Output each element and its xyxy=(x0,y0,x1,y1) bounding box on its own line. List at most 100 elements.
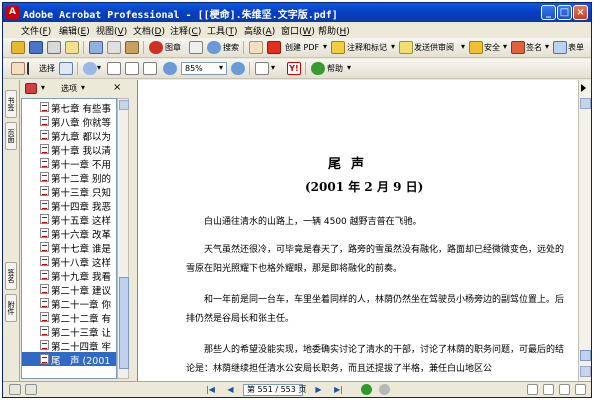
zoom-out-icon[interactable] xyxy=(163,62,177,75)
bookmark-scroll-thumb[interactable] xyxy=(119,277,129,369)
zoom-plus-icon[interactable] xyxy=(231,62,245,75)
previous-page-button[interactable]: ◀ xyxy=(225,385,236,395)
menu-document[interactable]: 文档(D) xyxy=(133,24,165,37)
help-icon[interactable] xyxy=(311,62,325,75)
lock-icon[interactable] xyxy=(469,41,483,54)
document-scrollbar[interactable] xyxy=(578,80,591,381)
comment-chevron[interactable]: ▾ xyxy=(391,42,395,51)
review-icon[interactable] xyxy=(399,41,413,54)
save-icon[interactable] xyxy=(29,41,43,54)
menu-edit[interactable]: 编辑(E) xyxy=(59,24,90,37)
stamp-label[interactable]: 图章 xyxy=(165,42,181,53)
first-page-button[interactable]: |◀ xyxy=(205,385,216,395)
help-label[interactable]: 帮助 xyxy=(327,63,343,74)
zoom-level-chevron[interactable]: ▾ xyxy=(219,63,223,72)
minimize-button[interactable]: _ xyxy=(541,5,556,20)
attach-icon[interactable] xyxy=(107,41,121,54)
bookmark-item[interactable]: 第十一章 不用 xyxy=(22,156,116,170)
bookmark-icon[interactable] xyxy=(25,83,37,94)
actual-size-icon[interactable] xyxy=(107,62,121,75)
doc-scroll-up-icon[interactable] xyxy=(580,98,591,109)
comment-icon[interactable] xyxy=(331,41,345,54)
form-label[interactable]: 表单 xyxy=(568,42,584,53)
maximize-button[interactable]: □ xyxy=(557,5,572,20)
bookmark-item[interactable]: 第十二章 别的 xyxy=(22,170,116,184)
single-page-icon[interactable] xyxy=(527,384,538,395)
fit-page-icon[interactable] xyxy=(125,62,139,75)
continuous-facing-icon[interactable] xyxy=(575,384,586,395)
bookmark-item[interactable]: 第十五章 这样 xyxy=(22,212,116,226)
organize-icon[interactable] xyxy=(89,41,103,54)
hand-tool-icon[interactable] xyxy=(11,62,25,75)
close-button[interactable]: × xyxy=(573,5,588,20)
next-page-button[interactable]: ▶ xyxy=(313,385,324,395)
bookmark-item[interactable]: 第十六章 改革 xyxy=(22,226,116,240)
sign-chevron[interactable]: ▾ xyxy=(545,42,549,51)
bookmark-item[interactable]: 第七章 有些事 xyxy=(22,100,116,114)
bookmark-item[interactable]: 第二十三章 让 xyxy=(22,324,116,338)
facing-icon[interactable] xyxy=(559,384,570,395)
bookmark-item[interactable]: 第十九章 我看 xyxy=(22,268,116,282)
security-label[interactable]: 安全 xyxy=(484,42,500,53)
panel-toggle-icon[interactable] xyxy=(9,384,21,395)
page-number-input[interactable]: 第 551 / 553 页 xyxy=(243,384,306,396)
go-back-icon[interactable] xyxy=(361,384,372,395)
menu-file[interactable]: 文件(F) xyxy=(21,24,51,37)
open-folder-icon[interactable] xyxy=(11,41,25,54)
bookmark-item[interactable]: 尾 声 (2001 xyxy=(22,352,116,366)
print-preview-icon[interactable] xyxy=(189,41,203,54)
menu-window[interactable]: 窗口(W) xyxy=(281,24,315,37)
bookmark-item[interactable]: 第十四章 我恶 xyxy=(22,198,116,212)
bookmark-item[interactable]: 第十三章 只知 xyxy=(22,184,116,198)
options-chevron[interactable]: ▾ xyxy=(81,83,85,92)
bookmark-item[interactable]: 第二十四章 牢 xyxy=(22,338,116,352)
bookmark-item[interactable]: 第十七章 谁是 xyxy=(22,240,116,254)
bookmark-item[interactable]: 第九章 都以为 xyxy=(22,128,116,142)
menu-help[interactable]: 帮助(H) xyxy=(318,24,350,37)
bookmark-chevron[interactable]: ▾ xyxy=(41,83,45,92)
bookmark-item[interactable]: 第二十一章 你 xyxy=(22,296,116,310)
doc-scroll-down-icon[interactable] xyxy=(580,366,591,377)
options-label[interactable]: 选项 xyxy=(61,83,77,94)
menu-comments[interactable]: 注释(C) xyxy=(170,24,201,37)
rotate-view-icon[interactable] xyxy=(255,62,269,75)
bookmark-item[interactable]: 第二十章 建议 xyxy=(22,282,116,296)
review-label[interactable]: 发送供审阅 xyxy=(414,42,454,53)
tab-signatures[interactable]: 签名 xyxy=(5,262,17,290)
tab-attachments[interactable]: 附件 xyxy=(5,294,17,322)
sign-icon[interactable] xyxy=(511,41,525,54)
bookmark-item[interactable]: 第八章 你就等 xyxy=(22,114,116,128)
document-view[interactable]: 尾声 (2001 年 2 月 9 日) 白山通往清水的山路上，一辆 4500 越… xyxy=(137,80,579,381)
select-text-icon[interactable] xyxy=(27,62,37,75)
help-chevron[interactable]: ▾ xyxy=(347,63,351,72)
scroll-up-arrow-icon[interactable] xyxy=(119,100,129,110)
bookmark-item[interactable]: 第十八章 这样 xyxy=(22,254,116,268)
create-pdf-label[interactable]: 创建 PDF xyxy=(285,42,319,53)
fit-width-icon[interactable] xyxy=(143,62,157,75)
rotate-chevron[interactable]: ▾ xyxy=(271,63,275,72)
email-icon[interactable] xyxy=(65,41,79,54)
bookmark-item[interactable]: 第二十二章 有 xyxy=(22,310,116,324)
thumbnail-toggle-icon[interactable] xyxy=(25,384,37,395)
menu-view[interactable]: 视图(V) xyxy=(96,24,127,37)
create-pdf-chevron[interactable]: ▾ xyxy=(323,42,327,51)
yahoo-icon[interactable]: Y! xyxy=(287,62,301,75)
menu-advanced[interactable]: 高级(A) xyxy=(244,24,275,37)
bookmark-scrollbar[interactable] xyxy=(117,98,129,379)
tab-bookmarks[interactable]: 书签 xyxy=(5,90,17,118)
panel-close-icon[interactable]: × xyxy=(113,82,121,93)
last-page-button[interactable]: ▶| xyxy=(333,385,344,395)
tab-pages[interactable]: 页面 xyxy=(5,122,17,150)
zoom-tool-chevron[interactable]: ▾ xyxy=(97,63,101,72)
zoom-in-icon[interactable] xyxy=(83,62,97,75)
pen-icon[interactable] xyxy=(125,41,139,54)
menu-tools[interactable]: 工具(T) xyxy=(207,24,238,37)
panel-expand-arrow-icon[interactable] xyxy=(581,84,586,92)
title-bar[interactable]: A Adobe Acrobat Professional - [[梗命].朱维坚… xyxy=(3,3,591,22)
search-icon[interactable] xyxy=(207,41,221,54)
snapshot-icon[interactable] xyxy=(59,62,73,75)
select-label[interactable]: 选择 xyxy=(39,63,55,74)
create-pdf-icon[interactable] xyxy=(267,41,281,54)
sign-label[interactable]: 签名 xyxy=(526,42,542,53)
comment-label[interactable]: 注释和标记 xyxy=(347,42,387,53)
